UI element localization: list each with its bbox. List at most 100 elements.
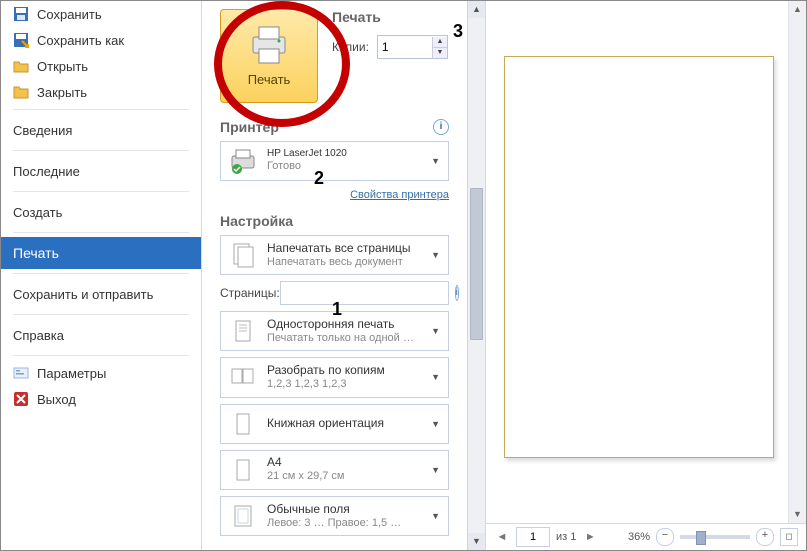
label: Выход: [37, 392, 76, 407]
t1: Односторонняя печать: [267, 317, 431, 332]
collate-icon: [229, 363, 257, 391]
zoom-in-button[interactable]: +: [756, 528, 774, 546]
copies-spinner[interactable]: ▲ ▼: [377, 35, 448, 59]
label: Печать: [13, 245, 59, 261]
scroll-up[interactable]: ▲: [468, 1, 485, 18]
portrait-icon: [229, 410, 257, 438]
separator: [13, 232, 189, 233]
print-header: Печать: [332, 9, 449, 25]
copies-input[interactable]: [378, 40, 432, 54]
paper-size-select[interactable]: A4 21 см x 29,7 см ▼: [220, 450, 449, 490]
preview-footer: ◄ из 1 ► 36% − + ◻: [486, 523, 806, 550]
separator: [13, 273, 189, 274]
zoom-value: 36%: [628, 531, 650, 543]
sidebar-item-exit[interactable]: Выход: [1, 386, 201, 412]
settings-header: Настройка: [220, 213, 449, 229]
save-icon: [13, 6, 29, 22]
orientation-select[interactable]: Книжная ориентация ▼: [220, 404, 449, 444]
label: Последние: [13, 164, 80, 179]
page-number-input[interactable]: [516, 527, 550, 547]
backstage-sidebar: Сохранить Сохранить как Открыть Закрыть …: [1, 1, 201, 550]
t1: A4: [267, 455, 431, 470]
zoom-out-button[interactable]: −: [656, 528, 674, 546]
info-icon[interactable]: i: [455, 285, 459, 301]
sidebar-item-share[interactable]: Сохранить и отправить: [1, 278, 201, 310]
one-side-icon: [229, 317, 257, 345]
settings-scrollbar[interactable]: ▲ ▼: [467, 1, 485, 550]
margins-icon: [229, 502, 257, 530]
chevron-down-icon: ▼: [431, 156, 440, 166]
page-of-label: из 1: [556, 531, 576, 543]
chevron-down-icon: ▼: [431, 250, 440, 260]
printer-select[interactable]: HP LaserJet 1020 Готово ▼: [220, 141, 449, 181]
options-icon: [13, 365, 29, 381]
print-preview-pane: ▲ ▼ ◄ из 1 ► 36% − + ◻: [485, 1, 806, 550]
sidebar-item-new[interactable]: Создать: [1, 196, 201, 228]
paper-icon: [229, 456, 257, 484]
t1: Книжная ориентация: [267, 416, 431, 431]
print-button-label: Печать: [248, 72, 291, 87]
margins-select[interactable]: Обычные поля Левое: 3 … Правое: 1,5 … ▼: [220, 496, 449, 536]
save-as-icon: [13, 32, 29, 48]
printer-name: HP LaserJet 1020: [267, 148, 431, 161]
close-folder-icon: [13, 84, 29, 100]
next-page-button[interactable]: ►: [582, 531, 598, 543]
separator: [13, 191, 189, 192]
printer-icon: [247, 25, 291, 68]
sidebar-item-help[interactable]: Справка: [1, 319, 201, 351]
sidebar-item-open[interactable]: Открыть: [1, 53, 201, 79]
copies-label: Копии:: [332, 40, 369, 54]
chevron-down-icon: ▼: [431, 511, 440, 521]
scroll-track[interactable]: [468, 18, 485, 533]
label: Закрыть: [37, 85, 87, 100]
sidebar-item-info[interactable]: Сведения: [1, 114, 201, 146]
label: Сохранить как: [37, 33, 124, 48]
collate-select[interactable]: Разобрать по копиям 1,2,3 1,2,3 1,2,3 ▼: [220, 357, 449, 397]
scroll-track[interactable]: [789, 18, 806, 506]
print-settings-pane: Печать Печать Копии: ▲ ▼ Принтер: [201, 1, 467, 550]
fit-page-button[interactable]: ◻: [780, 528, 798, 546]
t2: 1,2,3 1,2,3 1,2,3: [267, 378, 431, 392]
t1: Разобрать по копиям: [267, 363, 431, 378]
scroll-down[interactable]: ▼: [789, 506, 806, 523]
print-scope-select[interactable]: Напечатать все страницы Напечатать весь …: [220, 235, 449, 275]
sidebar-item-close[interactable]: Закрыть: [1, 79, 201, 105]
t2: 21 см x 29,7 см: [267, 470, 431, 484]
separator: [13, 150, 189, 151]
chevron-down-icon: ▼: [431, 372, 440, 382]
prev-page-button[interactable]: ◄: [494, 531, 510, 543]
sidebar-item-save[interactable]: Сохранить: [1, 1, 201, 27]
pages-label: Страницы:: [220, 286, 280, 300]
printer-status: Готово: [267, 160, 431, 174]
scroll-up[interactable]: ▲: [789, 1, 806, 18]
t2: Печатать только на одной …: [267, 332, 431, 346]
sidebar-item-save-as[interactable]: Сохранить как: [1, 27, 201, 53]
chevron-down-icon: ▼: [431, 326, 440, 336]
sidebar-item-options[interactable]: Параметры: [1, 360, 201, 386]
pages-input[interactable]: [280, 281, 449, 305]
sides-select[interactable]: Односторонняя печать Печатать только на …: [220, 311, 449, 351]
sidebar-item-recent[interactable]: Последние: [1, 155, 201, 187]
label: Параметры: [37, 366, 106, 381]
open-icon: [13, 58, 29, 74]
sidebar-item-print[interactable]: Печать: [1, 237, 201, 269]
copies-down[interactable]: ▼: [432, 47, 447, 58]
separator: [13, 109, 189, 110]
printer-status-icon: [229, 147, 257, 175]
scroll-thumb[interactable]: [470, 188, 483, 340]
exit-icon: [13, 391, 29, 407]
chevron-down-icon: ▼: [431, 419, 440, 429]
copies-up[interactable]: ▲: [432, 37, 447, 47]
preview-scrollbar[interactable]: ▲ ▼: [788, 1, 806, 523]
label: Сохранить: [37, 7, 102, 22]
info-icon[interactable]: i: [433, 119, 449, 135]
label: Сведения: [13, 123, 72, 138]
t2: Напечатать весь документ: [267, 256, 431, 270]
zoom-thumb[interactable]: [696, 531, 706, 545]
zoom-slider[interactable]: [680, 535, 750, 539]
t1: Обычные поля: [267, 502, 431, 517]
scroll-down[interactable]: ▼: [468, 533, 485, 550]
printer-header: Принтер: [220, 119, 279, 135]
printer-properties-link[interactable]: Свойства принтера: [350, 189, 449, 201]
print-button[interactable]: Печать: [220, 9, 318, 103]
